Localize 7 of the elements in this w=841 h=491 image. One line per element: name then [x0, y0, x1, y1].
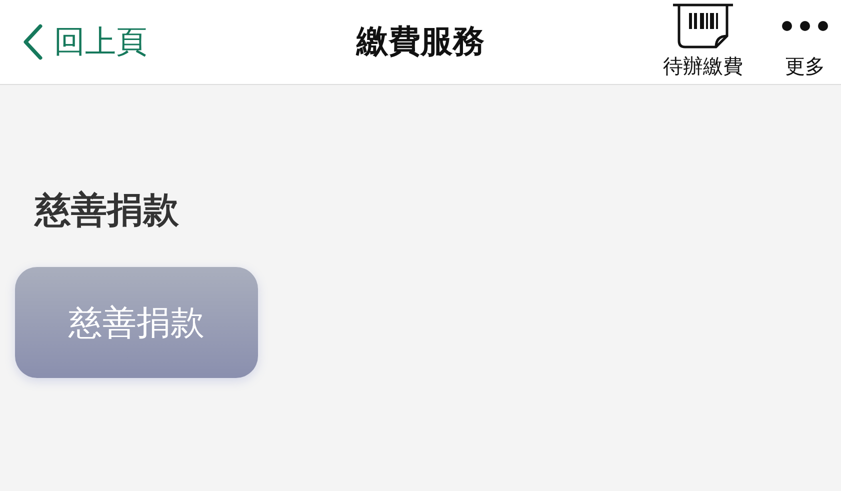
page-title: 繳費服務	[356, 21, 484, 62]
back-button[interactable]: 回上頁	[22, 21, 147, 63]
more-icon	[781, 19, 829, 33]
toolbar-button[interactable]: 待辦繳費	[663, 3, 743, 84]
toolbar-button[interactable]: 更多	[781, 19, 829, 84]
chevron-left-icon	[22, 23, 44, 61]
barcode-receipt-icon	[672, 3, 734, 49]
